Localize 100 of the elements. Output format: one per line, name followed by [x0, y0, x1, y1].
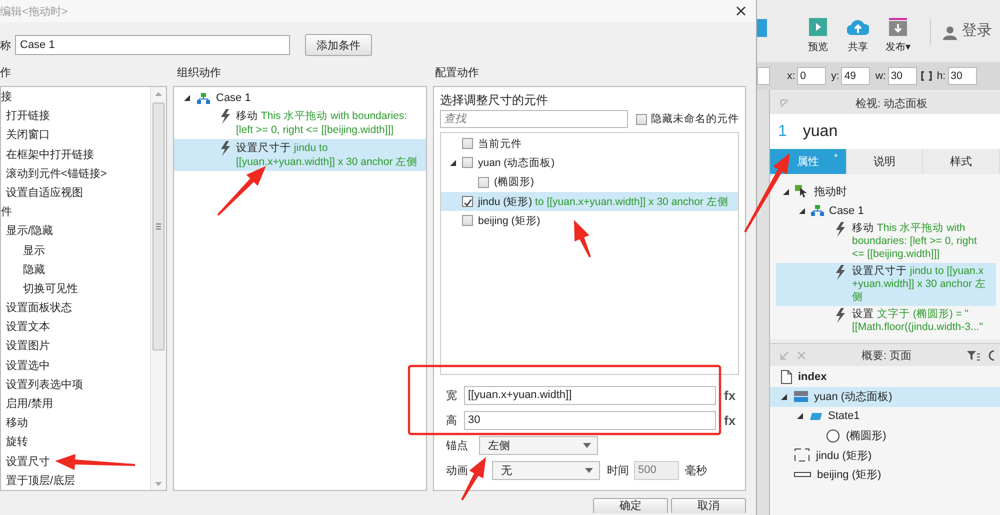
- action-text: 设置 文字于 (椭圆形) = "[[Math.floor((jindu.width-3...": [852, 308, 984, 334]
- tab[interactable]: 说明: [846, 149, 924, 174]
- login-link[interactable]: 登录: [962, 21, 992, 40]
- play-icon: [807, 18, 829, 36]
- search-field[interactable]: 查找: [440, 110, 628, 128]
- widget-row[interactable]: yuan (动态面板): [441, 153, 738, 173]
- checkbox[interactable]: [462, 215, 473, 226]
- widget-row[interactable]: 当前元件: [441, 134, 738, 154]
- caret-icon: [585, 468, 593, 472]
- action-list-item[interactable]: 显示/隐藏: [6, 222, 54, 242]
- height-field[interactable]: 30: [464, 410, 716, 430]
- action-list-item[interactable]: 件: [1, 203, 12, 222]
- toolbar-button[interactable]: 共享: [838, 18, 878, 54]
- event-label[interactable]: 拖动时: [814, 184, 847, 199]
- field-label: y:: [831, 70, 840, 82]
- outline-row[interactable]: beijing (矩形): [770, 465, 1000, 484]
- lightning-icon: [219, 109, 231, 124]
- action-row[interactable]: 设置尺寸于 jindu to [[yuan.x+yuan.width]] x 30 anchor 左侧: [174, 139, 426, 171]
- action-list-item[interactable]: 设置图片: [6, 337, 50, 357]
- filter-icon[interactable]: [967, 350, 980, 360]
- action-text: 设置尺寸于 jindu to [[yuan.x+yuan.width]] x 30 anchor 左侧: [236, 141, 419, 169]
- action-list-item[interactable]: 设置选中: [6, 356, 50, 376]
- action-list-item[interactable]: 打开链接: [6, 107, 50, 126]
- page-name[interactable]: index: [798, 370, 827, 382]
- widget-label: jindu (矩形) to [[yuan.x+yuan.width]] x 30 anchor 左侧: [478, 194, 728, 209]
- outline-row[interactable]: State1: [770, 406, 1000, 426]
- action-list-item[interactable]: 关闭窗口: [6, 126, 50, 146]
- coordinate-field[interactable]: 30: [888, 67, 917, 85]
- action-list-item[interactable]: 移动: [6, 414, 28, 434]
- checkbox[interactable]: [462, 138, 473, 150]
- checkbox[interactable]: [462, 157, 473, 168]
- action-list-item[interactable]: 滚动到元件<锚链接>: [6, 164, 107, 184]
- checkbox[interactable]: [462, 196, 473, 208]
- coordinate-field[interactable]: 49: [841, 67, 870, 85]
- layers-icon: [794, 391, 808, 402]
- action-list-item[interactable]: 旋转: [6, 433, 28, 453]
- action-row[interactable]: 设置 文字于 (椭圆形) = "[[Math.floor((jindu.width-3...": [776, 306, 996, 336]
- arrow-annotation: [574, 220, 591, 258]
- action-list-item[interactable]: 切换可见性: [23, 280, 78, 300]
- action-row[interactable]: 设置尺寸于 jindu to [[yuan.x +yuan.width]] x 30 anchor 左侧: [776, 263, 996, 306]
- action-list-item[interactable]: 接: [1, 88, 12, 108]
- outline-row[interactable]: yuan (动态面板): [770, 387, 1000, 406]
- collapse-toggle-icon[interactable]: [449, 158, 457, 167]
- collapse-toggle-icon[interactable]: [780, 392, 788, 401]
- widget-row[interactable]: jindu (矩形) to [[yuan.x+yuan.width]] x 30 anchor 左侧: [441, 192, 738, 212]
- checkbox[interactable]: [636, 114, 647, 124]
- action-text: 移动 This 水平拖动 with boundaries: [left >= 0, right <= [[beijing.width]]]: [236, 109, 408, 137]
- action-list-item[interactable]: 设置自适应视图: [6, 184, 83, 204]
- widget-row[interactable]: beijing (矩形): [441, 211, 738, 230]
- case-name-field[interactable]: Case 1: [15, 35, 290, 55]
- outline-row[interactable]: (椭圆形): [770, 426, 1000, 446]
- widget-name: yuan: [802, 122, 838, 140]
- action-row[interactable]: 移动 This 水平拖动 with boundaries: [left >= 0, right <= [[beijing.width]]]: [776, 220, 996, 263]
- action-row[interactable]: 移动 This 水平拖动 with boundaries: [left >= 0, right <= [[beijing.width]]]: [174, 107, 426, 139]
- field-label: x:: [787, 70, 796, 82]
- collapse-toggle-icon[interactable]: [798, 206, 806, 214]
- field-label: 时间: [607, 464, 630, 478]
- lightning-icon: [219, 141, 231, 156]
- action-list-item[interactable]: 隐藏: [23, 260, 45, 280]
- state-icon: [810, 412, 822, 420]
- collapse-toggle-icon[interactable]: [782, 188, 790, 196]
- fx-button[interactable]: fx: [724, 412, 736, 428]
- add-condition-button[interactable]: 添加条件: [305, 34, 372, 56]
- page-icon: [781, 370, 792, 384]
- dialog-button[interactable]: 确定: [593, 498, 668, 513]
- close-icon[interactable]: [736, 6, 746, 16]
- action-list-item[interactable]: 在框架中打开链接: [6, 146, 94, 165]
- widget-label: yuan (动态面板): [478, 156, 555, 170]
- animation-dropdown[interactable]: 无: [492, 460, 600, 480]
- field-label: w:: [875, 70, 886, 82]
- action-list-item[interactable]: 置于顶层/底层: [6, 472, 76, 490]
- toolbar-button[interactable]: 发布▾: [878, 18, 918, 54]
- widget-row[interactable]: (椭圆形): [441, 172, 738, 192]
- anchor-dropdown[interactable]: 左侧: [479, 436, 598, 454]
- action-list-item[interactable]: 启用/禁用: [6, 395, 54, 414]
- coordinate-field[interactable]: 0: [797, 67, 826, 85]
- dialog-button[interactable]: 取消: [671, 498, 746, 513]
- field-label: 宽: [446, 388, 458, 402]
- section-label: 作: [0, 66, 12, 80]
- coordinate-field[interactable]: 30: [948, 67, 977, 85]
- width-field[interactable]: [[yuan.x+yuan.width]]: [464, 386, 716, 404]
- action-list-item[interactable]: 设置列表选中项: [6, 376, 83, 395]
- lightning-icon: [834, 308, 846, 323]
- widget-number: 1: [778, 122, 787, 140]
- collapse-toggle-icon[interactable]: [796, 412, 804, 420]
- section-label: 组织动作: [177, 66, 222, 80]
- action-list-item[interactable]: 设置面板状态: [6, 299, 72, 318]
- collapse-toggle-icon[interactable]: [183, 94, 191, 102]
- case-label[interactable]: Case 1: [829, 204, 864, 216]
- toolbar-button[interactable]: 预览: [798, 18, 838, 54]
- outline-label: beijing (矩形): [817, 468, 882, 482]
- field-label: 锚点: [446, 438, 469, 452]
- fx-button[interactable]: fx: [724, 388, 736, 402]
- action-list-item[interactable]: 显示: [23, 242, 45, 261]
- link-proportion-icon[interactable]: [920, 71, 932, 81]
- action-list-item[interactable]: 设置文本: [6, 318, 50, 338]
- action-list-item[interactable]: 设置尺寸: [6, 452, 50, 472]
- case-label[interactable]: Case 1: [216, 92, 251, 104]
- checkbox[interactable]: [478, 176, 489, 188]
- outline-row[interactable]: jindu (矩形): [770, 446, 1000, 465]
